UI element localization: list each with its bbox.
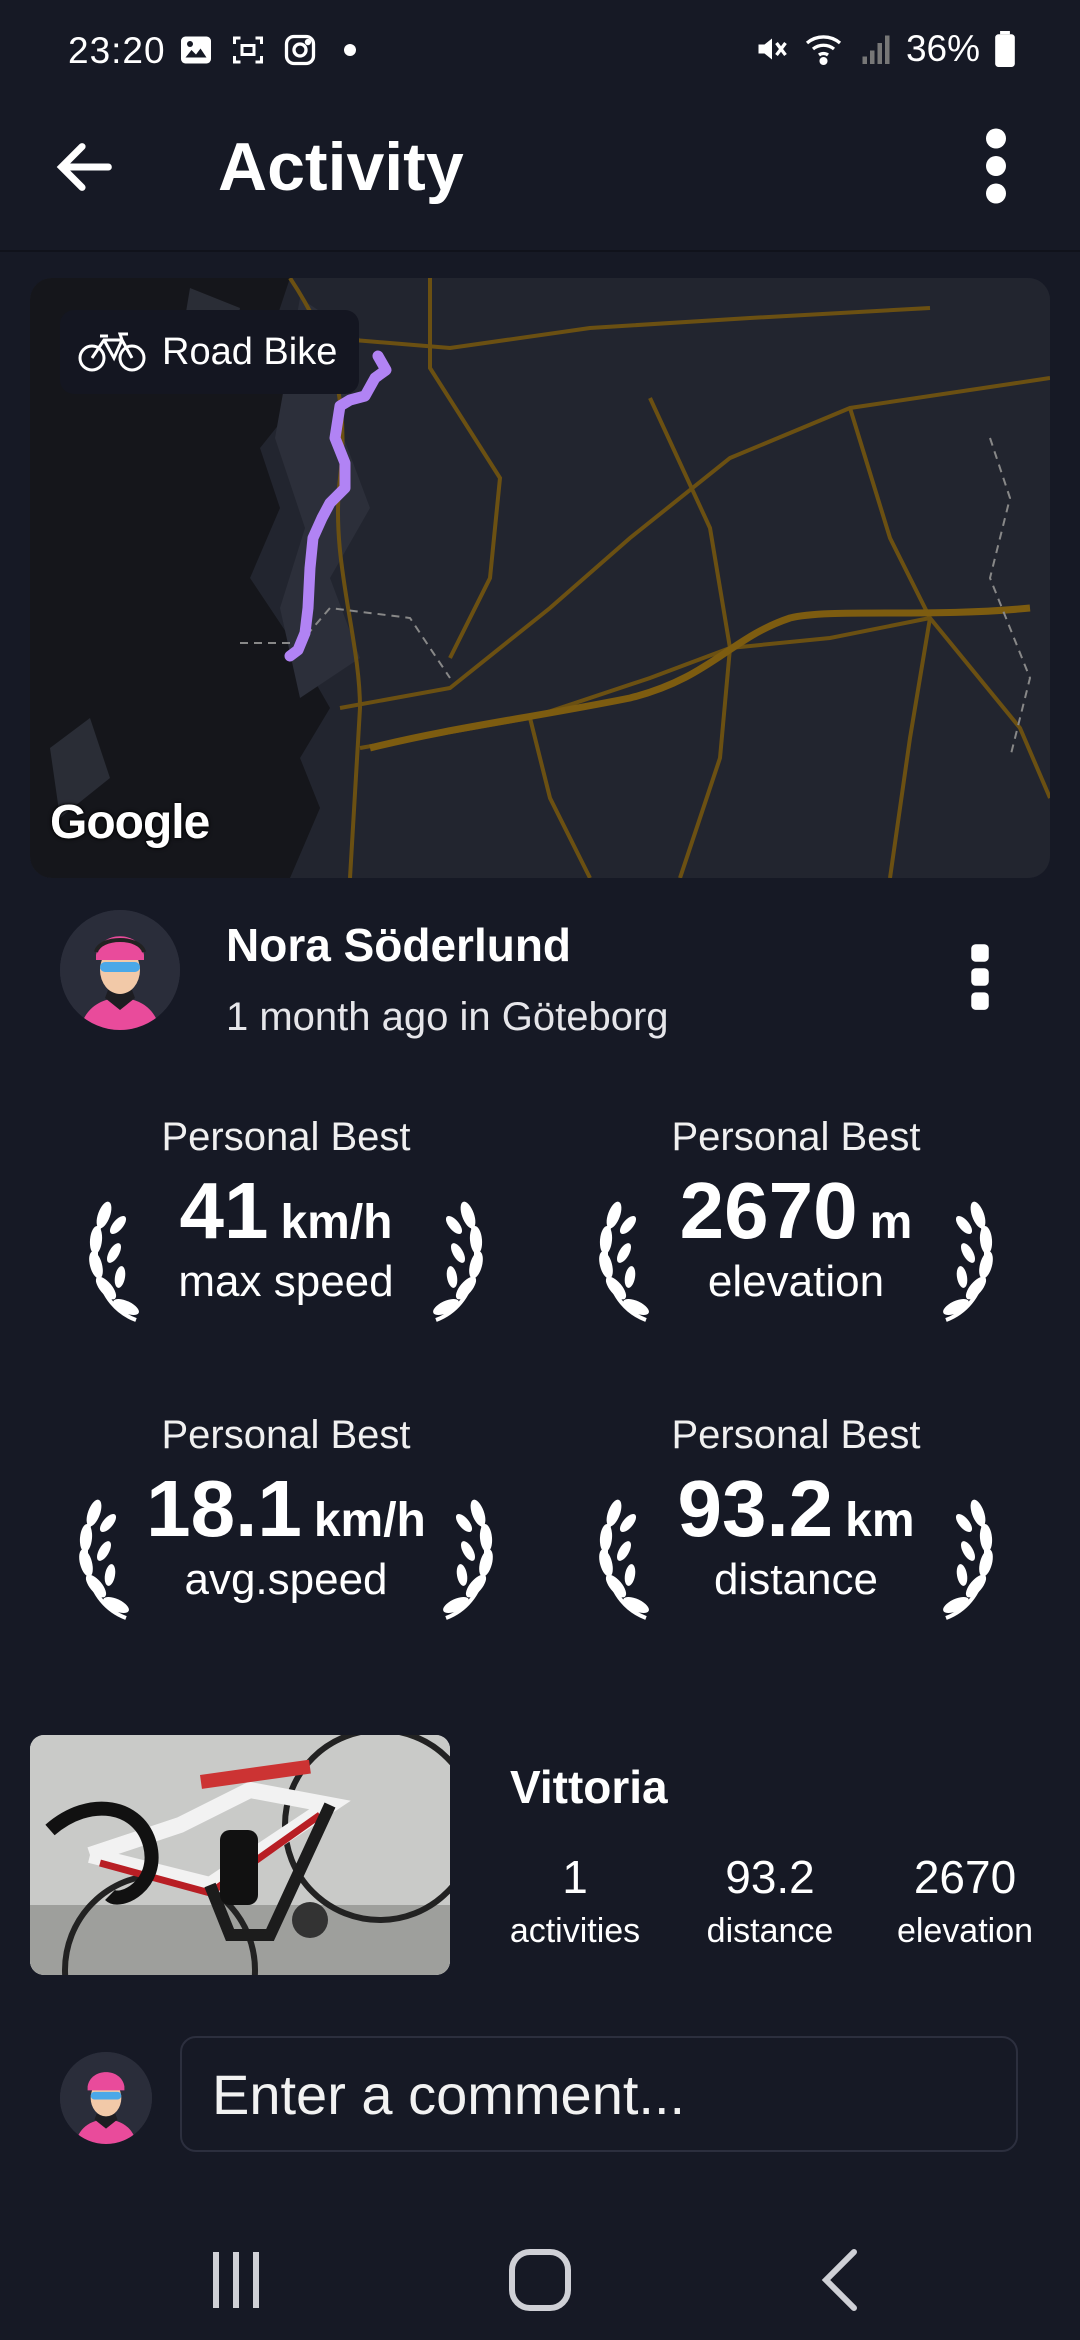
laurel-wreath-icon xyxy=(443,1499,493,1620)
more-vert-icon[interactable] xyxy=(960,942,1000,1012)
status-time: 23:20 xyxy=(68,30,166,71)
stat-value: 41 xyxy=(179,1166,269,1255)
comment-placeholder: Enter a comment... xyxy=(212,2062,686,2126)
laurel-wreath-icon xyxy=(79,1499,129,1620)
bike-stat-value: 93.2 xyxy=(725,1851,815,1903)
instagram-icon xyxy=(284,34,316,66)
laurel-wreath-icon xyxy=(599,1201,649,1322)
laurel-wreath-icon xyxy=(943,1499,993,1620)
stat-value: 18.1 xyxy=(146,1464,302,1553)
map-provider-logo: Google xyxy=(50,796,210,849)
bike-stats: 1 activities 93.2 distance 2670 elevatio… xyxy=(500,1850,1040,1951)
stat-value: 93.2 xyxy=(677,1464,834,1553)
bike-stat-activities: 1 activities xyxy=(500,1850,650,1951)
bike-stat-label: distance xyxy=(706,1912,834,1950)
wifi-icon xyxy=(805,35,842,66)
signal-icon xyxy=(862,35,890,64)
status-system-icons: 36% xyxy=(754,28,1016,70)
bicycle-icon xyxy=(78,332,146,372)
laurel-wreath-icon xyxy=(943,1201,993,1322)
personal-best-label: Personal Best xyxy=(161,1115,411,1159)
user-name[interactable]: Nora Söderlund xyxy=(226,918,571,972)
recent-apps-icon[interactable] xyxy=(196,2240,276,2320)
arrow-left-icon[interactable] xyxy=(50,132,120,202)
battery-percentage: 36% xyxy=(905,28,980,69)
more-vert-icon[interactable] xyxy=(966,126,1026,206)
page-title: Activity xyxy=(218,129,464,205)
stat-avg-speed: Personal Best 18.1 km/h avg.speed xyxy=(36,1413,536,1653)
personal-best-label: Personal Best xyxy=(671,1413,921,1457)
avatar[interactable] xyxy=(60,910,180,1030)
personal-best-label: Personal Best xyxy=(671,1115,921,1159)
bike-stat-value: 1 xyxy=(562,1851,588,1903)
screenshot-icon xyxy=(233,36,263,64)
stat-unit: km/h xyxy=(280,1196,393,1249)
activity-time-location: 1 month ago in Göteborg xyxy=(226,995,669,1039)
bike-stat-label: activities xyxy=(509,1912,641,1950)
stat-unit: km xyxy=(845,1494,915,1547)
bike-stat-value: 2670 xyxy=(913,1851,1017,1903)
laurel-wreath-icon xyxy=(433,1201,483,1322)
bike-stat-distance: 93.2 distance xyxy=(695,1850,845,1951)
nav-back-icon[interactable] xyxy=(802,2240,882,2320)
personal-best-label: Personal Best xyxy=(161,1413,411,1457)
mute-icon xyxy=(758,38,787,60)
comment-input[interactable]: Enter a comment... xyxy=(180,2036,1018,2152)
bike-photo[interactable] xyxy=(30,1735,450,1975)
gallery-icon xyxy=(181,36,211,64)
activity-type-label: Road Bike xyxy=(162,330,338,373)
bike-stat-label: elevation xyxy=(896,1912,1034,1950)
battery-icon xyxy=(995,31,1015,67)
bike-name[interactable]: Vittoria xyxy=(510,1760,668,1814)
stat-elevation: Personal Best 2670 m elevation xyxy=(546,1115,1046,1355)
laurel-wreath-icon xyxy=(599,1499,649,1620)
bike-stat-elevation: 2670 elevation xyxy=(890,1850,1040,1951)
home-icon[interactable] xyxy=(500,2240,580,2320)
activity-type-chip: Road Bike xyxy=(60,310,360,394)
laurel-wreath-icon xyxy=(89,1201,139,1322)
stat-distance: Personal Best 93.2 km distance xyxy=(546,1413,1046,1653)
comment-avatar xyxy=(60,2052,152,2144)
status-notification-icons xyxy=(178,32,356,68)
notification-dot-icon xyxy=(344,44,356,56)
stat-max-speed: Personal Best 41 km/h max speed xyxy=(36,1115,536,1355)
stat-value: 2670 xyxy=(679,1166,858,1255)
app-bar xyxy=(0,110,1080,252)
